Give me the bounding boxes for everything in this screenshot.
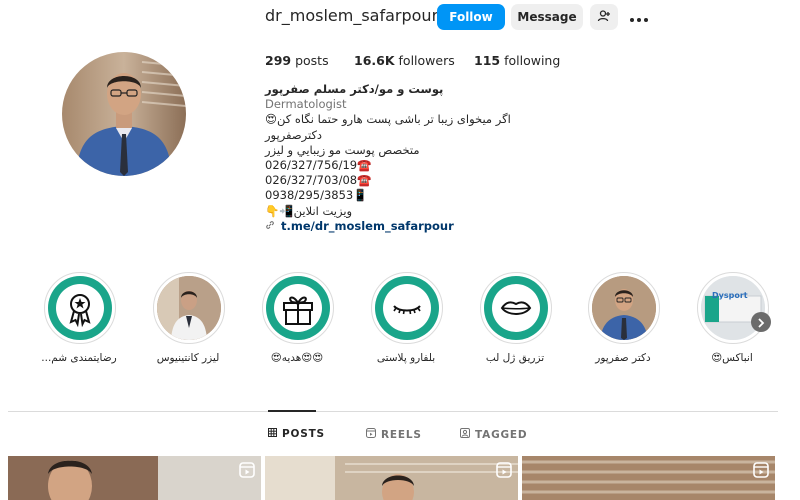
tab-label: TAGGED	[475, 428, 528, 441]
profile-bio: پوست و مو/دکتر مسلم صفرپور Dermatologist…	[265, 82, 565, 234]
tab-label: REELS	[381, 428, 422, 441]
highlights-next-button[interactable]	[751, 312, 771, 332]
posts-label: posts	[295, 53, 329, 68]
post-image	[265, 456, 518, 500]
gift-icon	[274, 284, 322, 332]
award-icon	[56, 284, 104, 332]
highlight-label: انباکس😍	[711, 352, 753, 364]
grid-icon	[268, 428, 277, 440]
highlight-blepharoplasty[interactable]	[371, 272, 443, 344]
bio-line: اگر میخوای زیبا تر باشی پست هارو حتما نگ…	[265, 112, 511, 127]
more-icon	[629, 8, 649, 27]
highlight-label: بلفارو پلاستی	[376, 352, 436, 364]
bio-phone: 0938/295/3853📱	[265, 188, 368, 203]
add-user-icon	[597, 9, 611, 26]
highlight-lip-filler[interactable]	[480, 272, 552, 344]
doctor-photo	[592, 276, 656, 340]
highlight-label: لیزر کانتینیوس	[156, 352, 220, 364]
profile-category: Dermatologist	[265, 97, 347, 112]
following-label: following	[504, 53, 561, 68]
post-thumbnail[interactable]	[522, 456, 775, 500]
posts-count-stat: 299 posts	[265, 53, 329, 68]
bio-line: دکترصفرپور	[265, 127, 323, 142]
message-button[interactable]: Message	[511, 4, 583, 30]
tabs-divider	[8, 411, 778, 412]
following-stat[interactable]: 115 following	[474, 53, 560, 68]
highlight-gift[interactable]	[262, 272, 334, 344]
chevron-right-icon	[757, 313, 765, 332]
active-tab-indicator	[268, 410, 316, 412]
link-icon	[265, 219, 275, 234]
more-options-button[interactable]	[627, 8, 651, 26]
post-image	[8, 456, 261, 500]
highlight-label: تزریق ژل لب	[485, 352, 545, 364]
post-image	[522, 456, 775, 500]
tagged-icon	[460, 428, 470, 441]
following-count: 115	[474, 53, 501, 68]
highlight-unboxing[interactable]	[697, 272, 769, 344]
reels-icon	[366, 428, 376, 441]
lips-icon	[492, 284, 540, 332]
post-thumbnail[interactable]	[265, 456, 518, 500]
reel-indicator-icon	[239, 462, 255, 482]
follow-button[interactable]: Follow	[437, 4, 505, 30]
tab-tagged[interactable]: TAGGED	[460, 428, 527, 441]
highlight-label: دکتر صفرپور	[595, 352, 651, 364]
followers-label: followers	[398, 53, 455, 68]
tab-posts[interactable]: POSTS	[268, 428, 325, 440]
bio-line: متخصص پوست مو زيبايي و ليزر	[265, 142, 420, 157]
bio-line: ویزیت انلاین📲👇	[265, 203, 353, 218]
followers-count: 16.6K	[354, 53, 395, 68]
dysport-label: Dysport	[712, 291, 748, 300]
tab-label: POSTS	[282, 428, 325, 440]
bio-link[interactable]: t.me/dr_moslem_safarpour	[265, 219, 565, 234]
profile-full-name: پوست و مو/دکتر مسلم صفرپور	[265, 82, 444, 96]
bio-phone: 026/327/756/19☎️	[265, 157, 372, 172]
bio-phone: 026/327/703/08☎️	[265, 173, 372, 188]
closed-eye-icon	[383, 284, 431, 332]
posts-count: 299	[265, 53, 292, 68]
tab-reels[interactable]: REELS	[366, 428, 422, 441]
suggest-user-button[interactable]	[590, 4, 618, 30]
highlight-doctor[interactable]	[588, 272, 660, 344]
highlight-laser[interactable]	[153, 272, 225, 344]
reel-indicator-icon	[753, 462, 769, 482]
post-thumbnail[interactable]	[8, 456, 261, 500]
bio-link-text: t.me/dr_moslem_safarpour	[281, 218, 454, 233]
doctor-photo	[157, 276, 221, 340]
highlight-label: 😍😍هدیه😍	[270, 352, 324, 364]
followers-stat[interactable]: 16.6K followers	[354, 53, 455, 68]
profile-username: dr_moslem_safarpour	[265, 6, 439, 25]
highlight-satisfaction[interactable]	[44, 272, 116, 344]
profile-avatar[interactable]	[62, 52, 186, 176]
highlight-label: رضایتمندی شم...	[41, 352, 117, 364]
reel-indicator-icon	[496, 462, 512, 482]
